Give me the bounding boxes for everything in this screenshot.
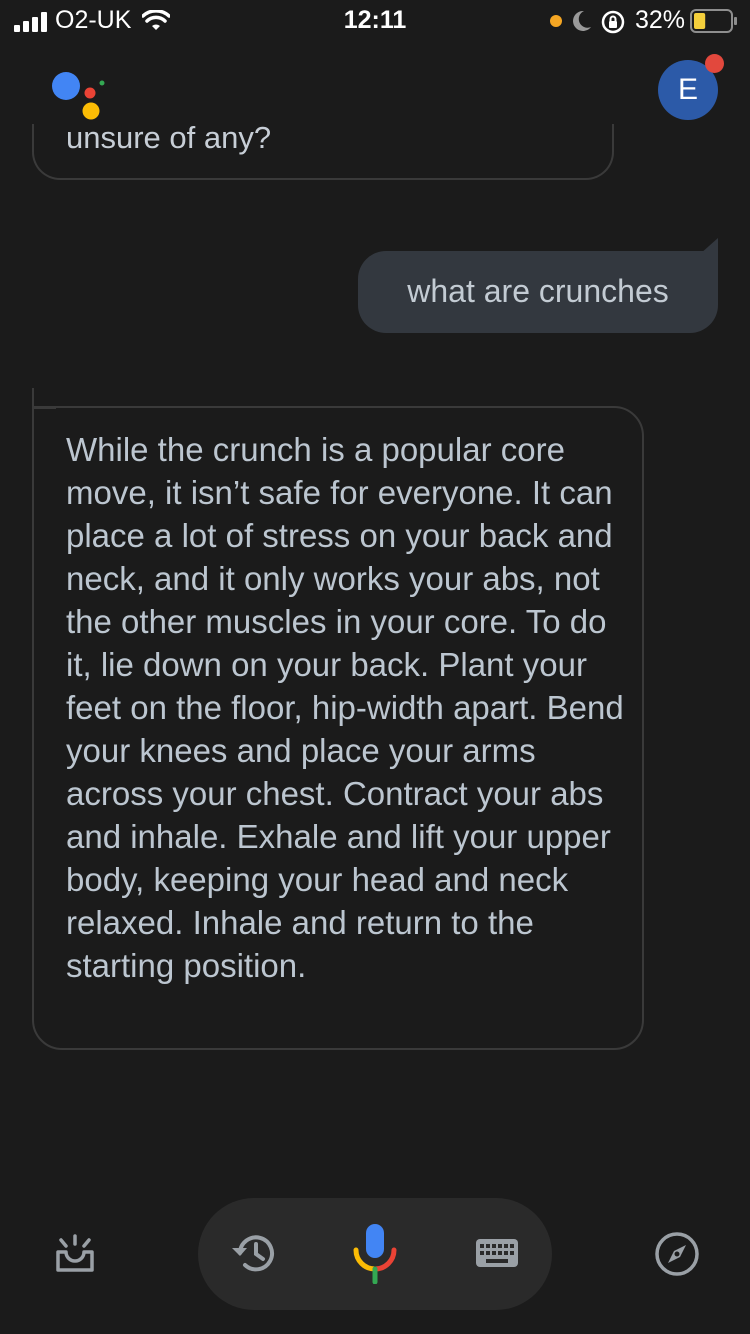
privacy-indicator-dot xyxy=(550,15,562,27)
status-bar: O2-UK 12:11 32% xyxy=(0,0,750,40)
mic-icon[interactable] xyxy=(352,1222,398,1284)
notification-dot xyxy=(705,54,724,73)
explore-icon[interactable] xyxy=(654,1231,700,1277)
rotation-lock-icon xyxy=(601,10,625,34)
header-background xyxy=(0,40,750,124)
do-not-disturb-moon-icon xyxy=(573,10,591,31)
assistant-answer-bubble[interactable]: While the crunch is a popular core move,… xyxy=(32,406,644,1050)
history-icon[interactable] xyxy=(230,1232,276,1274)
keyboard-icon[interactable] xyxy=(475,1238,519,1268)
avatar-initial: E xyxy=(677,73,698,106)
user-message-bubble[interactable]: what are crunches xyxy=(358,251,718,333)
google-assistant-logo-icon xyxy=(52,72,105,120)
battery-percent: 32% xyxy=(635,6,686,34)
assistant-answer-text: While the crunch is a popular core move,… xyxy=(66,431,624,984)
user-message-text: what are crunches xyxy=(407,273,669,309)
battery-icon xyxy=(690,9,737,33)
updates-icon[interactable] xyxy=(54,1234,96,1274)
